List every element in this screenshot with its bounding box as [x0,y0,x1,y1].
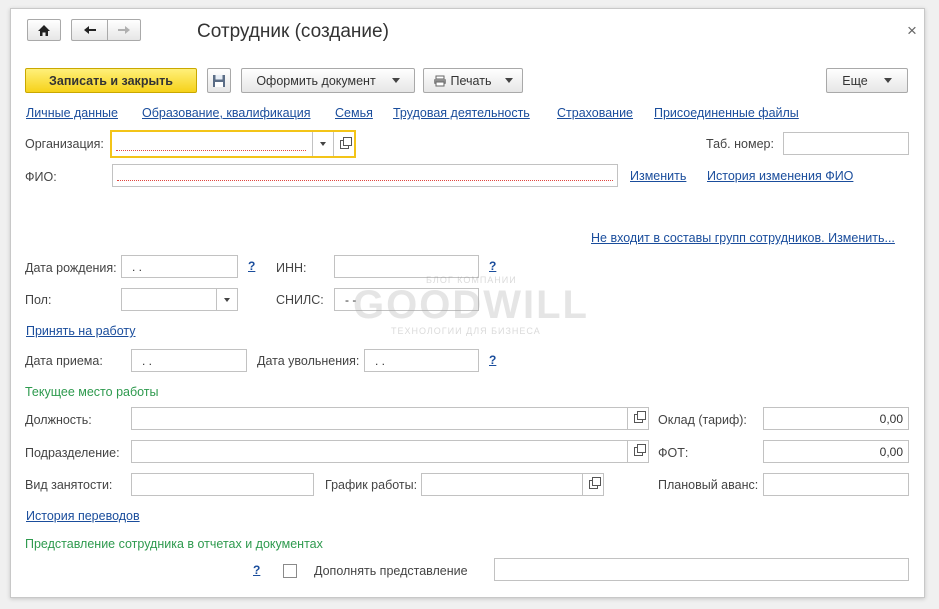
snils-label: СНИЛС: [276,293,324,307]
fot-value: 0,00 [879,445,903,459]
position-open-button[interactable] [627,408,648,429]
schedule-field[interactable] [421,473,604,496]
link-insurance[interactable]: Страхование [557,106,633,120]
save-and-close-button[interactable]: Записать и закрыть [25,68,197,93]
department-label: Подразделение: [25,446,120,460]
department-field[interactable] [131,440,649,463]
printer-icon [433,75,446,86]
inn-field[interactable] [334,255,479,278]
chevron-down-icon [320,142,326,146]
employee-groups-link[interactable]: Не входит в составы групп сотрудников. И… [591,231,895,245]
chevron-down-icon [505,78,514,83]
required-marker [116,150,306,151]
link-family[interactable]: Семья [335,106,373,120]
salary-field[interactable]: 0,00 [763,407,909,430]
inn-help[interactable]: ? [489,259,496,273]
hire-link[interactable]: Принять на работу [26,324,136,338]
supplement-checkbox[interactable] [283,564,297,578]
chevron-down-icon [391,78,400,83]
chevron-down-icon [883,78,892,83]
inn-label: ИНН: [276,261,307,275]
forward-arrow-icon [118,26,130,34]
organization-label: Организация: [25,137,104,151]
open-form-icon [633,444,646,456]
organization-field[interactable] [110,130,356,158]
dismissal-date-field[interactable]: . . [364,349,479,372]
fio-label: ФИО: [25,170,57,184]
issue-document-dropdown[interactable]: Оформить документ [241,68,415,93]
birth-date-field[interactable]: . . [121,255,238,278]
supplement-label: Дополнять представление [314,564,468,578]
snils-field[interactable]: - - [334,288,479,311]
forward-button[interactable] [107,19,141,41]
representation-field[interactable] [494,558,909,581]
fio-field[interactable] [112,164,618,187]
home-button[interactable] [27,19,61,41]
fio-history-link[interactable]: История изменения ФИО [707,169,853,183]
print-dropdown[interactable]: Печать [423,68,523,93]
current-workplace-title: Текущее место работы [25,385,159,399]
hire-date-label: Дата приема: [25,354,103,368]
tab-number-field[interactable] [783,132,909,155]
planned-advance-field[interactable] [763,473,909,496]
transfers-history-link[interactable]: История переводов [26,509,140,523]
employment-type-label: Вид занятости: [25,478,113,492]
employment-type-field[interactable] [131,473,314,496]
issue-document-label: Оформить документ [256,73,376,88]
open-form-icon [339,136,352,149]
tab-number-label: Таб. номер: [706,137,774,151]
gender-select[interactable] [121,288,238,311]
hire-date-value: . . [142,354,153,368]
more-label: Еще [842,73,868,88]
birth-date-value: . . [132,260,143,274]
schedule-label: График работы: [325,478,418,492]
gender-dropdown-button[interactable] [216,289,237,310]
planned-advance-label: Плановый аванс: [658,478,759,492]
open-form-icon [588,477,601,489]
close-icon[interactable]: × [907,21,917,41]
chevron-down-icon [224,297,230,302]
link-work-history[interactable]: Трудовая деятельность [393,106,530,120]
dismissal-date-label: Дата увольнения: [257,354,360,368]
fot-field[interactable]: 0,00 [763,440,909,463]
position-label: Должность: [25,413,92,427]
snils-value: - - [345,293,357,307]
print-label: Печать [450,73,492,88]
gender-label: Пол: [25,293,52,307]
required-marker [117,180,613,181]
department-open-button[interactable] [627,441,648,462]
organization-open-button[interactable] [333,132,354,156]
organization-dropdown-button[interactable] [312,132,333,156]
open-form-icon [633,411,646,423]
link-attached-files[interactable]: Присоединенные файлы [654,106,799,120]
floppy-disk-icon [213,74,225,87]
dismissal-date-value: . . [375,354,386,368]
salary-value: 0,00 [879,412,903,426]
back-arrow-icon [83,26,96,34]
birth-date-help[interactable]: ? [248,259,255,273]
dismissal-help[interactable]: ? [489,353,496,367]
more-dropdown[interactable]: Еще [826,68,908,93]
change-fio-link[interactable]: Изменить [630,169,686,183]
representation-help[interactable]: ? [253,563,260,577]
schedule-open-button[interactable] [582,474,603,495]
watermark-tagline: ТЕХНОЛОГИИ ДЛЯ БИЗНЕСА [391,326,541,336]
fot-label: ФОТ: [658,446,689,460]
link-education[interactable]: Образование, квалификация [142,106,311,120]
employee-form-window: Сотрудник (создание) × Записать и закрыт… [10,8,925,598]
birth-date-label: Дата рождения: [25,261,117,275]
window-title: Сотрудник (создание) [197,21,389,42]
position-field[interactable] [131,407,649,430]
save-button[interactable] [207,68,231,93]
back-button[interactable] [71,19,107,41]
link-personal-data[interactable]: Личные данные [26,106,118,120]
representation-title: Представление сотрудника в отчетах и док… [25,537,323,551]
hire-date-field[interactable]: . . [131,349,247,372]
salary-label: Оклад (тариф): [658,413,747,427]
home-icon [38,24,50,36]
